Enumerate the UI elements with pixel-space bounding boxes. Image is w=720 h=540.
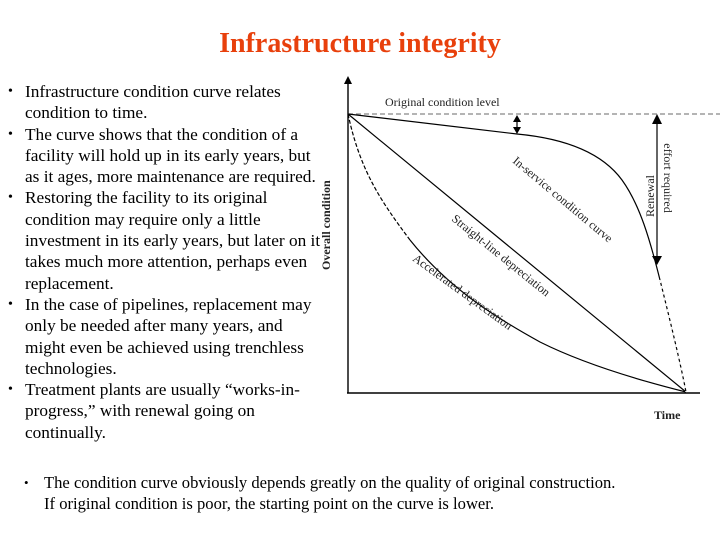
y-axis-label: Overall condition (319, 180, 333, 270)
original-condition-level-label: Original condition level (385, 95, 500, 109)
renewal-arrow-up-icon (652, 114, 662, 124)
accelerated-depreciation-dashed-segment (347, 113, 411, 241)
gap-arrow-up-icon (513, 115, 521, 122)
footer-bullet-item: • The condition curve obviously depends g… (24, 473, 616, 513)
footer-note: • The condition curve obviously depends g… (20, 472, 710, 514)
in-service-curve-label: In-service condition curve (510, 154, 615, 246)
renewal-arrow-down-icon (652, 256, 662, 265)
x-axis-label: Time (654, 408, 681, 422)
renewal-label-line1: Renewal (643, 174, 657, 217)
gap-arrow-down-icon (513, 127, 521, 134)
accelerated-curve-label: Accelerated depreciation (410, 251, 515, 333)
bullet-dot: • (24, 475, 29, 490)
condition-curve-diagram: Overall condition Time Original conditio… (319, 76, 720, 422)
accelerated-depreciation-curve (409, 239, 687, 393)
renewal-label-line2: effort required (661, 143, 675, 212)
